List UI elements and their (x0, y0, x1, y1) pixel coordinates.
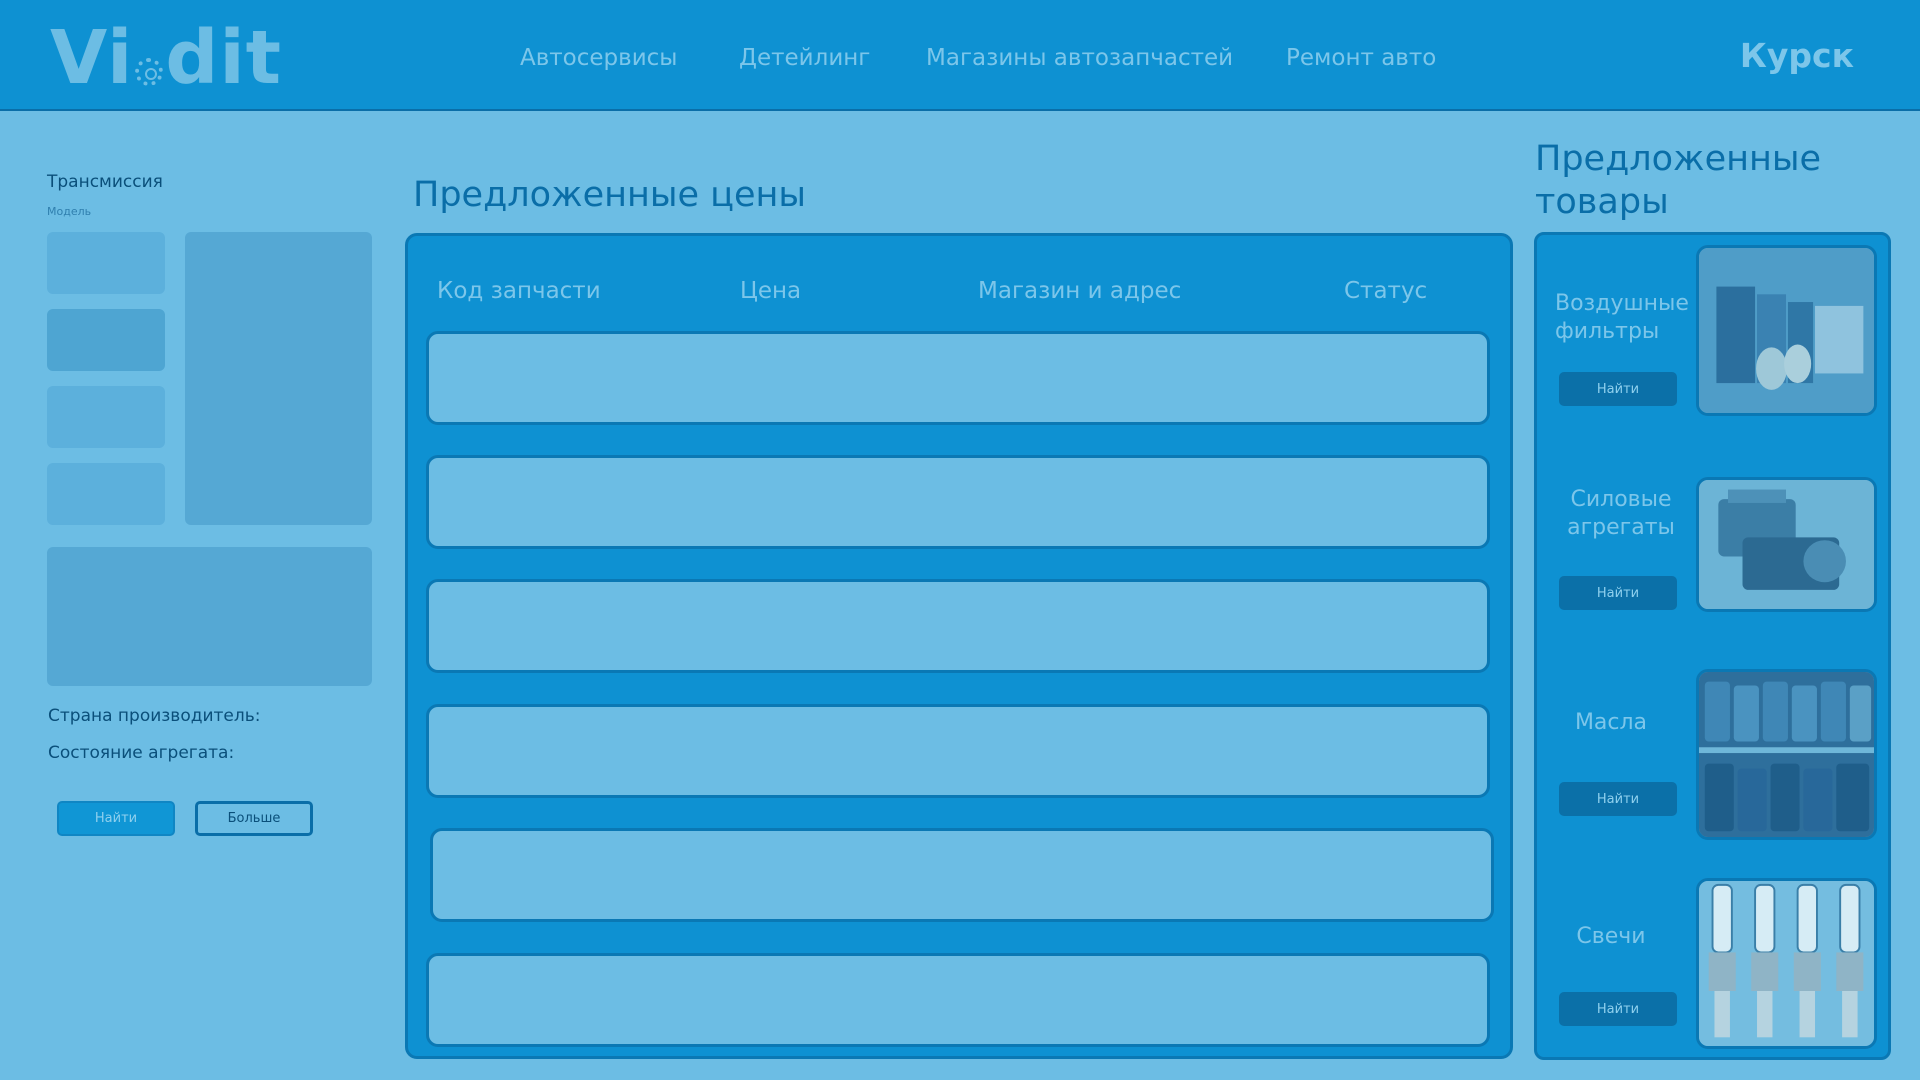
goods-find-button[interactable]: Найти (1559, 576, 1677, 610)
column-header-status: Статус (1344, 278, 1428, 304)
goods-find-button[interactable]: Найти (1559, 992, 1677, 1026)
table-row[interactable] (430, 828, 1494, 922)
filter-title: Трансмиссия (47, 172, 163, 192)
goods-item-label: Воздушные фильтры (1555, 291, 1689, 344)
condition-label: Состояние агрегата: (48, 743, 235, 763)
goods-find-button[interactable]: Найти (1559, 372, 1677, 406)
model-option-2[interactable] (47, 309, 165, 371)
goods-find-button[interactable]: Найти (1559, 782, 1677, 816)
table-row[interactable] (426, 579, 1490, 673)
nav-item-detailing[interactable]: Детейлинг (739, 45, 870, 71)
model-option-3[interactable] (47, 386, 165, 448)
goods-title: Предложенные товары (1535, 139, 1822, 222)
prices-title: Предложенные цены (413, 175, 807, 215)
goods-item-label: Свечи (1576, 924, 1646, 949)
find-button[interactable]: Найти (57, 801, 175, 836)
column-header-price: Цена (740, 278, 802, 304)
table-row[interactable] (426, 704, 1490, 798)
model-preview (185, 232, 372, 525)
logo-text-start: Vi (50, 15, 134, 101)
goods-item-label: Силовые агрегаты (1567, 487, 1675, 540)
country-label: Страна производитель: (48, 706, 261, 726)
nav-item-parts-stores[interactable]: Магазины автозапчастей (926, 45, 1233, 71)
table-row[interactable] (426, 331, 1490, 425)
nav-item-autoservices[interactable]: Автосервисы (520, 45, 677, 71)
oil-bottles-image[interactable] (1696, 669, 1877, 840)
table-row[interactable] (426, 953, 1490, 1047)
details-area (47, 547, 372, 686)
model-option-1[interactable] (47, 232, 165, 294)
column-header-part-code: Код запчасти (437, 278, 601, 304)
city-selector[interactable]: Курск (1740, 36, 1854, 75)
air-filters-image[interactable] (1696, 245, 1877, 416)
engine-image[interactable] (1696, 477, 1877, 612)
logo-text-end: dit (165, 15, 283, 101)
goods-panel: Воздушные фильтры Найти Силовые агрегаты… (1534, 232, 1891, 1060)
gear-icon (135, 58, 164, 86)
logo[interactable]: Vi dit (50, 15, 283, 101)
header: Vi dit Автосервисы Детейлинг Магазины авт… (0, 0, 1920, 111)
model-option-4[interactable] (47, 463, 165, 525)
goods-item-label: Масла (1574, 710, 1648, 735)
nav-item-car-repair[interactable]: Ремонт авто (1286, 45, 1436, 71)
column-header-store-address: Магазин и адрес (978, 278, 1182, 304)
prices-table: Код запчасти Цена Магазин и адрес Статус (405, 233, 1513, 1059)
filter-model-label: Модель (47, 205, 92, 218)
more-button[interactable]: Больше (195, 801, 313, 836)
table-row[interactable] (426, 455, 1490, 549)
spark-plugs-image[interactable] (1696, 878, 1877, 1049)
